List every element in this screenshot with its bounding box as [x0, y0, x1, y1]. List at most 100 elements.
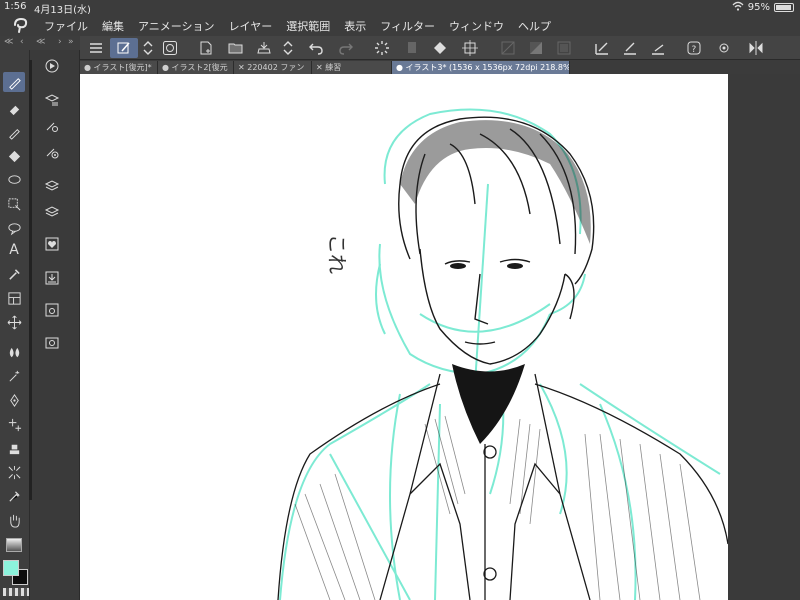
ruler-check-icon[interactable] — [592, 38, 612, 58]
help-icon[interactable]: ? — [684, 38, 704, 58]
sparkle-tool-icon[interactable] — [3, 414, 25, 434]
select-tool-icon[interactable] — [3, 194, 25, 214]
tool-property-icon[interactable] — [41, 116, 63, 136]
tab-illust-restored[interactable]: ● イラスト[復元]* — [80, 61, 158, 74]
mask-icon[interactable] — [526, 38, 546, 58]
menu-bar: ファイル 編集 アニメーション レイヤー 選択範囲 表示 フィルター ウィンドウ… — [0, 14, 800, 36]
frame-icon[interactable] — [554, 38, 574, 58]
canvas-background — [728, 74, 800, 600]
eraser-tool-icon[interactable] — [3, 98, 25, 118]
image-material-icon[interactable] — [41, 300, 63, 320]
menu-layer[interactable]: レイヤー — [229, 18, 273, 34]
lasso-tool-icon[interactable] — [3, 170, 25, 190]
layers-icon[interactable] — [41, 202, 63, 222]
settings-icon[interactable] — [714, 38, 734, 58]
left-panel-header: ≪ ‹ ≪ › » — [0, 36, 80, 50]
blend-tool-icon[interactable] — [3, 342, 25, 362]
canvas-tabs: ● イラスト[復元]* ● イラスト2[復元 ✕ 220402 ファン ✕ 練習… — [80, 60, 800, 74]
sketch-illustration: これ — [277, 108, 728, 600]
tab-label: イラスト3* (1536 x 1536px 72dpi 218.8%) — [405, 63, 570, 72]
tab-label: イラスト[復元]* — [93, 63, 152, 72]
command-bar: ? — [80, 36, 800, 60]
edit-mode-icon[interactable] — [110, 38, 138, 58]
eyedropper-tool-icon[interactable] — [3, 264, 25, 284]
battery-percent: 95% — [747, 2, 770, 13]
clip-studio-logo-icon[interactable] — [12, 16, 30, 34]
download-material-icon[interactable] — [41, 268, 63, 288]
transparent-color-swatch[interactable] — [3, 588, 29, 596]
menu-window[interactable]: ウィンドウ — [449, 18, 504, 34]
collapse-left-icon[interactable]: ≪ — [4, 37, 13, 47]
vector-pen-icon[interactable] — [3, 390, 25, 410]
text-tool-icon[interactable]: A — [3, 240, 25, 260]
fill-tool-icon[interactable] — [3, 146, 25, 166]
drawing-canvas[interactable]: これ — [80, 74, 728, 600]
tab-label: 練習 — [325, 63, 342, 72]
expand-panel-icon[interactable]: » — [68, 37, 74, 47]
scroll-left-icon[interactable]: ‹ — [20, 37, 24, 47]
wifi-icon — [732, 1, 744, 14]
menu-filter[interactable]: フィルター — [380, 18, 435, 34]
canvas-area[interactable]: これ — [80, 74, 800, 600]
undo-icon[interactable] — [306, 38, 326, 58]
menu-animation[interactable]: アニメーション — [138, 18, 215, 34]
tab-220402-fan[interactable]: ✕ 220402 ファン — [234, 61, 312, 74]
clip-studio-window: 1:56 4月13日(水) 95% ファイル 編集 アニメーション レイヤー 選… — [0, 0, 800, 600]
frame-tool-icon[interactable] — [3, 288, 25, 308]
sketch-note-text: これ — [325, 234, 349, 274]
battery-icon — [774, 3, 794, 12]
svg-text:?: ? — [692, 45, 697, 55]
menu-edit[interactable]: 編集 — [102, 18, 124, 34]
brush-size-icon[interactable] — [41, 142, 63, 162]
flip-horizontal-icon[interactable] — [746, 38, 766, 58]
status-time: 1:56 — [4, 1, 27, 12]
loading-spinner-icon[interactable] — [372, 38, 392, 58]
save-chevron-icon[interactable] — [278, 38, 298, 58]
new-file-icon[interactable] — [196, 38, 216, 58]
menu-help[interactable]: ヘルプ — [518, 18, 551, 34]
save-icon[interactable] — [254, 38, 274, 58]
speed-line-icon[interactable] — [3, 462, 25, 482]
pencil-tool-icon[interactable] — [3, 122, 25, 142]
fill-bucket-icon[interactable] — [430, 38, 450, 58]
figure-tool-icon[interactable] — [3, 438, 25, 458]
main-color-swatch[interactable] — [3, 560, 19, 576]
layer-copy-icon[interactable] — [402, 38, 422, 58]
tool-palette-scrollbar[interactable] — [29, 60, 32, 500]
tab-label: イラスト2[復元 — [171, 63, 228, 72]
favorite-material-icon[interactable] — [41, 234, 63, 254]
clip-studio-icon[interactable] — [160, 38, 180, 58]
menu-file[interactable]: ファイル — [44, 18, 88, 34]
transform-icon[interactable] — [460, 38, 480, 58]
pen-stroke-icon[interactable] — [620, 38, 640, 58]
balloon-tool-icon[interactable] — [3, 218, 25, 238]
collapse-panel-icon[interactable]: ≪ — [36, 37, 45, 47]
tab-label: 220402 ファン — [247, 63, 305, 72]
status-right: 95% — [732, 1, 794, 14]
camera-material-icon[interactable] — [41, 332, 63, 352]
scroll-right-icon[interactable]: › — [58, 37, 62, 47]
redo-icon[interactable] — [336, 38, 356, 58]
gradient-swatch[interactable] — [6, 538, 22, 552]
pen-tool-icon[interactable] — [3, 72, 25, 92]
layer-property-icon[interactable] — [41, 90, 63, 110]
sub-tool-palette — [31, 50, 80, 600]
eyedrop-picker-icon[interactable] — [3, 486, 25, 506]
ios-status-bar: 1:56 4月13日(水) 95% — [0, 0, 800, 16]
magic-wand-icon[interactable] — [3, 366, 25, 386]
tool-palette: A — [0, 50, 30, 600]
updown-chevron-icon[interactable] — [138, 38, 158, 58]
line-pen-icon[interactable] — [648, 38, 668, 58]
move-tool-icon[interactable] — [3, 312, 25, 332]
navigator-icon[interactable] — [41, 56, 63, 76]
menu-selection[interactable]: 選択範囲 — [286, 18, 330, 34]
hamburger-menu-icon[interactable] — [86, 38, 106, 58]
open-folder-icon[interactable] — [226, 38, 246, 58]
tab-practice[interactable]: ✕ 練習 — [312, 61, 392, 74]
menu-view[interactable]: 表示 — [344, 18, 366, 34]
clear-outside-icon[interactable] — [498, 38, 518, 58]
tab-illust2-restored[interactable]: ● イラスト2[復元 — [158, 61, 234, 74]
tab-illust3-active[interactable]: ● イラスト3* (1536 x 1536px 72dpi 218.8%) — [392, 61, 570, 74]
hand-tool-icon[interactable] — [3, 510, 25, 530]
layer-search-icon[interactable] — [41, 176, 63, 196]
